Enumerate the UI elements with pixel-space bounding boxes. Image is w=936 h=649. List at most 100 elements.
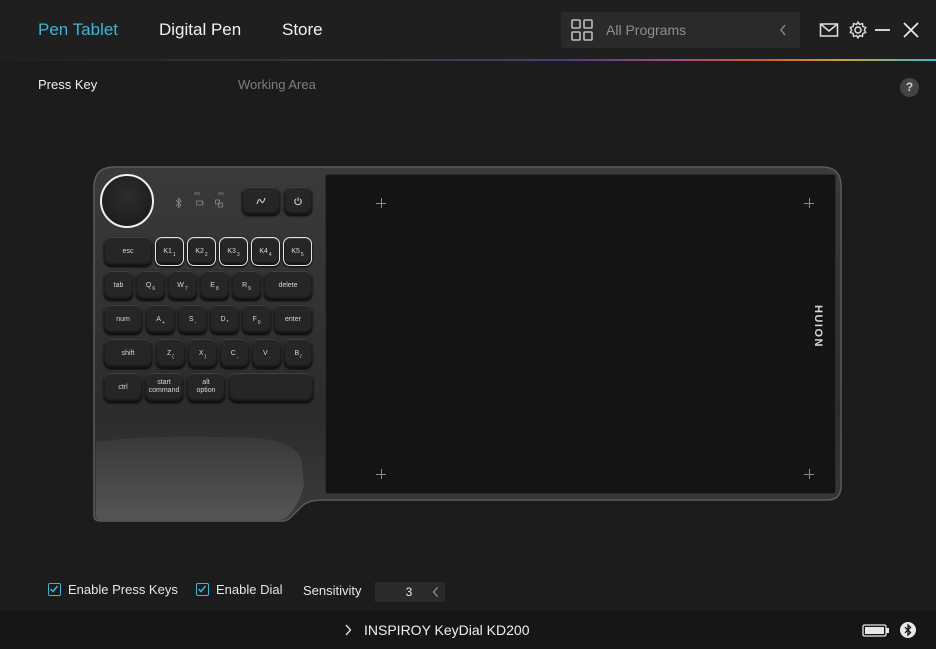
key-num-label: num (116, 315, 130, 323)
tab-store[interactable]: Store (282, 20, 323, 40)
key-delete-label: delete (278, 281, 298, 289)
enable-press-keys-checkbox[interactable] (48, 583, 61, 596)
key-k1[interactable]: K11 (155, 237, 184, 266)
key-q-label: Q (145, 281, 152, 289)
power-icon (294, 197, 302, 206)
key-c[interactable]: C, (220, 339, 249, 368)
key-start-command[interactable]: start command (145, 373, 183, 402)
subtab-working-area[interactable]: Working Area (238, 77, 316, 92)
key-start-label: start (157, 379, 171, 386)
mode-indicator-icon (215, 199, 223, 208)
minimize-icon[interactable] (873, 20, 893, 40)
key-f[interactable]: F0 (242, 305, 271, 334)
gear-icon[interactable] (848, 20, 868, 40)
key-x-label: X (198, 349, 204, 357)
key-v-label: V (262, 349, 268, 357)
chevron-right-icon[interactable] (344, 623, 352, 637)
key-esc-label: esc (122, 247, 134, 255)
corner-marker (804, 198, 814, 208)
key-s-sub: - (194, 319, 197, 326)
key-k5-sub: 5 (300, 251, 304, 258)
key-k3[interactable]: K33 (219, 237, 248, 266)
key-tab[interactable]: tab (104, 271, 133, 300)
key-ctrl[interactable]: ctrl (104, 373, 142, 402)
status-bar: INSPIROY KeyDial KD200 (0, 611, 936, 649)
key-z-sub: ( (172, 353, 174, 360)
key-r-sub: 9 (248, 285, 251, 292)
close-icon[interactable] (901, 20, 921, 40)
mail-icon[interactable] (819, 20, 839, 40)
gesture-key[interactable] (242, 187, 280, 215)
enable-dial-label[interactable]: Enable Dial (216, 582, 283, 597)
key-d[interactable]: D* (210, 305, 239, 334)
checkmark-icon (49, 585, 59, 593)
power-key[interactable] (284, 187, 312, 215)
key-k2-label: K2 (195, 247, 204, 255)
key-alt-option[interactable]: alt option (187, 373, 225, 402)
chevron-left-icon[interactable] (778, 22, 788, 38)
huion-logo-text: HUION (812, 305, 824, 348)
program-selector-label: All Programs (606, 22, 687, 38)
key-space[interactable] (229, 373, 313, 402)
tablet-active-area[interactable] (325, 174, 836, 494)
key-k2[interactable]: K22 (187, 237, 216, 266)
program-selector[interactable]: All Programs (561, 12, 800, 48)
sensitivity-selector[interactable]: 3 (375, 582, 445, 602)
key-b[interactable]: B/ (284, 339, 312, 368)
key-num[interactable]: num (104, 305, 142, 334)
key-enter-label: enter (285, 315, 301, 323)
key-k1-label: K1 (163, 247, 172, 255)
key-k5[interactable]: K55 (283, 237, 312, 266)
checkmark-icon (197, 585, 207, 593)
key-x[interactable]: X) (188, 339, 217, 368)
bluetooth-icon (900, 622, 916, 638)
key-shift[interactable]: shift (104, 339, 152, 368)
battery-icon (862, 624, 889, 637)
bluetooth-indicator-icon (175, 197, 182, 209)
device-name[interactable]: INSPIROY KeyDial KD200 (364, 622, 529, 638)
key-s-label: S (188, 315, 194, 323)
key-a-label: A (156, 315, 161, 323)
key-w-sub: 7 (184, 285, 188, 292)
key-f-label: F (252, 315, 257, 323)
key-r[interactable]: R9 (232, 271, 261, 300)
key-e-label: E (210, 281, 215, 289)
subtab-press-key[interactable]: Press Key (38, 77, 97, 92)
chevron-left-icon[interactable] (432, 586, 439, 598)
key-q-sub: 6 (152, 285, 156, 292)
key-c-sub: , (236, 353, 239, 360)
key-k4-sub: 4 (268, 251, 272, 258)
corner-marker (376, 198, 386, 208)
key-k2-sub: 2 (204, 251, 208, 258)
key-enter[interactable]: enter (274, 305, 312, 334)
key-a-sub: + (161, 319, 165, 326)
key-w[interactable]: W7 (168, 271, 197, 300)
key-d-label: D (220, 315, 226, 323)
tab-pen-tablet[interactable]: Pen Tablet (38, 20, 118, 40)
key-v-sub: . (268, 353, 271, 360)
accent-divider (0, 59, 936, 61)
key-e-sub: 8 (215, 285, 219, 292)
key-a[interactable]: A+ (146, 305, 175, 334)
key-esc[interactable]: esc (104, 237, 152, 266)
key-e[interactable]: E8 (200, 271, 229, 300)
huion-logo: HUION (805, 303, 835, 359)
dial[interactable] (100, 174, 154, 228)
key-delete[interactable]: delete (264, 271, 312, 300)
key-r-label: R (242, 281, 248, 289)
enable-dial-checkbox[interactable] (196, 583, 209, 596)
key-z[interactable]: Z( (156, 339, 185, 368)
key-b-label: B (294, 349, 300, 357)
top-bar: Pen Tablet Digital Pen Store All Program… (0, 0, 936, 60)
key-k1-sub: 1 (172, 251, 176, 258)
key-k3-sub: 3 (236, 251, 240, 258)
key-q[interactable]: Q6 (136, 271, 165, 300)
key-k4[interactable]: K44 (251, 237, 280, 266)
key-s[interactable]: S- (178, 305, 207, 334)
key-v[interactable]: V. (252, 339, 281, 368)
key-command-label: command (148, 387, 180, 394)
help-icon[interactable]: ? (900, 78, 919, 97)
tab-digital-pen[interactable]: Digital Pen (159, 20, 241, 40)
enable-press-keys-label[interactable]: Enable Press Keys (68, 582, 178, 597)
key-b-sub: / (300, 353, 302, 360)
